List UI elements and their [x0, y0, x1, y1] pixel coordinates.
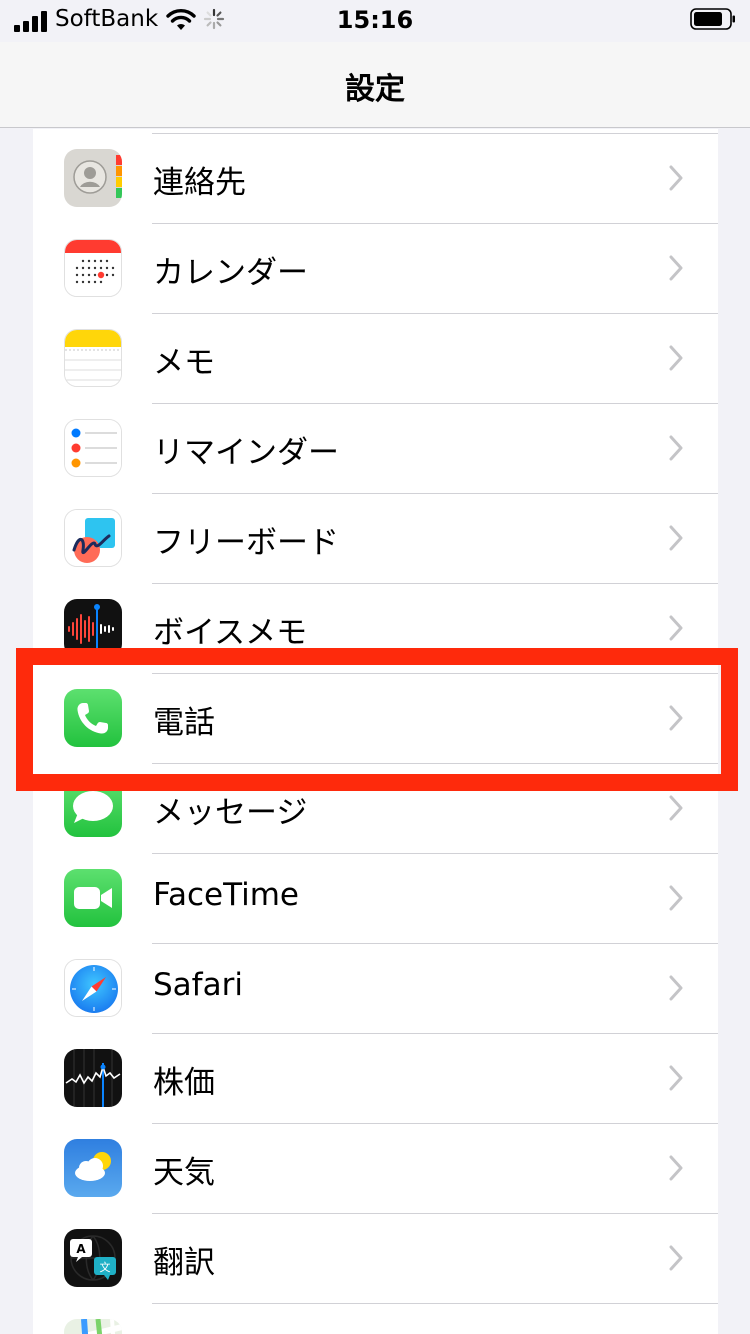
chevron-right-icon [669, 255, 683, 281]
highlight-box [16, 648, 738, 791]
settings-item-reminders[interactable]: リマインダー [33, 403, 718, 493]
settings-item-notes[interactable]: メモ [33, 313, 718, 403]
status-bar: SoftBank 15:16 [0, 0, 750, 42]
row-separator [152, 853, 718, 854]
safari-icon [64, 959, 122, 1017]
chevron-right-icon [669, 345, 683, 371]
settings-item-freeform[interactable]: フリーボード [33, 493, 718, 583]
status-time: 15:16 [336, 6, 414, 34]
facetime-icon [64, 869, 122, 927]
settings-item-label: 連絡先 [153, 165, 246, 201]
row-separator [152, 133, 718, 134]
settings-item-label: カレンダー [153, 255, 308, 291]
row-separator [152, 1123, 718, 1124]
settings-screen: SoftBank 15:16 設定 連絡先 カレンダー メモ リマインダー フリ… [0, 0, 750, 1334]
page-title: 設定 [345, 72, 405, 107]
row-separator [152, 223, 718, 224]
row-separator [152, 583, 718, 584]
maps-icon [64, 1319, 122, 1334]
settings-item-calendar[interactable]: カレンダー [33, 223, 718, 313]
chevron-right-icon [669, 435, 683, 461]
settings-item-label: FaceTime [153, 877, 299, 913]
navigation-bar: 設定 [0, 42, 750, 128]
contacts-icon [64, 149, 122, 207]
settings-item-label: フリーボード [153, 525, 339, 561]
chevron-right-icon [669, 795, 683, 821]
chevron-right-icon [669, 1065, 683, 1091]
chevron-right-icon [669, 885, 683, 911]
weather-icon [64, 1139, 122, 1197]
freeform-icon [64, 509, 122, 567]
row-separator [152, 1303, 718, 1304]
settings-item-facetime[interactable]: FaceTime [33, 853, 718, 943]
row-separator [152, 493, 718, 494]
notes-icon [64, 329, 122, 387]
row-separator [152, 313, 718, 314]
settings-item-label: メモ [153, 345, 215, 381]
settings-item-label: ボイスメモ [153, 615, 308, 651]
chevron-right-icon [669, 525, 683, 551]
translate-icon: A 文 [64, 1229, 122, 1287]
row-separator [152, 403, 718, 404]
settings-item-contacts[interactable]: 連絡先 [33, 133, 718, 223]
chevron-right-icon [669, 1155, 683, 1181]
svg-text:A: A [76, 1242, 86, 1256]
settings-item-translate[interactable]: A 文 翻訳 [33, 1213, 718, 1303]
calendar-icon [64, 239, 122, 297]
settings-item-label: Safari [153, 967, 243, 1003]
chevron-right-icon [669, 1245, 683, 1271]
settings-item-label: 天気 [153, 1155, 215, 1191]
settings-item-stocks[interactable]: 株価 [33, 1033, 718, 1123]
battery-icon [690, 8, 735, 30]
reminders-icon [64, 419, 122, 477]
row-separator [152, 1213, 718, 1214]
settings-item-label: リマインダー [153, 435, 339, 471]
chevron-right-icon [669, 975, 683, 1001]
settings-item-weather[interactable]: 天気 [33, 1123, 718, 1213]
chevron-right-icon [669, 165, 683, 191]
stocks-icon [64, 1049, 122, 1107]
settings-item-safari[interactable]: Safari [33, 943, 718, 1033]
settings-item-label: 株価 [153, 1065, 215, 1101]
settings-item-label: 翻訳 [153, 1245, 215, 1281]
svg-text:文: 文 [100, 1260, 111, 1274]
chevron-right-icon [669, 615, 683, 641]
row-separator [152, 1033, 718, 1034]
settings-item-label: メッセージ [153, 795, 308, 831]
row-separator [152, 943, 718, 944]
settings-item-maps[interactable] [33, 1303, 718, 1334]
